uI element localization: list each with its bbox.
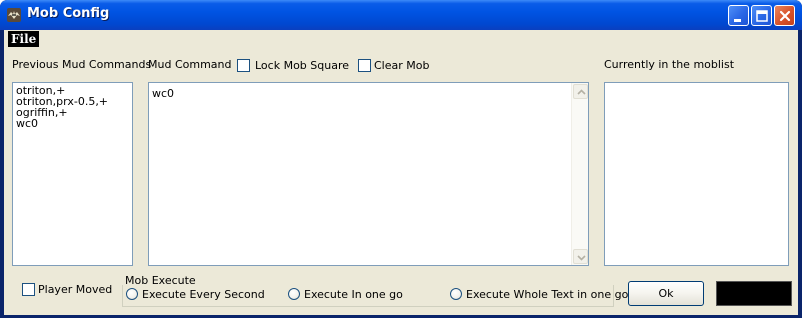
minimize-icon [734, 19, 741, 22]
moblist-label: Currently in the moblist [604, 58, 735, 71]
clear-mob-checkbox[interactable] [358, 59, 371, 72]
player-moved-checkbox[interactable] [22, 283, 35, 296]
execute-in-one-go-radio[interactable] [288, 288, 300, 300]
window-title: Mob Config [27, 6, 110, 21]
maximize-button[interactable] [751, 5, 772, 26]
scroll-down-icon [577, 255, 586, 261]
moblist-list[interactable] [604, 82, 789, 266]
previous-commands-label: Previous Mud Commands [12, 58, 152, 71]
scroll-up-button[interactable] [573, 84, 588, 99]
mud-command-textarea[interactable]: wc0 [148, 82, 589, 266]
execute-whole-text-radio[interactable] [450, 288, 462, 300]
clear-mob-label: Clear Mob [374, 59, 430, 72]
previous-commands-list[interactable]: otriton,+ otriton,prx-0.5,+ ogriffin,+ w… [12, 82, 133, 266]
color-swatch[interactable] [716, 281, 792, 306]
menu-file[interactable]: File [8, 31, 40, 47]
execute-in-one-go-label: Execute In one go [304, 288, 403, 301]
mob-config-window: Mob Config File Previous Mud Commands ot [0, 0, 802, 318]
scroll-up-icon [577, 89, 586, 95]
title-bar[interactable]: Mob Config [0, 0, 802, 30]
vertical-scrollbar[interactable] [571, 83, 588, 265]
mud-command-label: Mud Command [148, 58, 232, 71]
menu-bar: File [4, 30, 798, 48]
execute-every-second-radio[interactable] [126, 288, 138, 300]
execute-whole-text-label: Execute Whole Text in one go [466, 288, 629, 301]
list-item[interactable]: wc0 [13, 118, 132, 129]
client-area: File Previous Mud Commands otriton,+ otr… [4, 30, 798, 315]
execute-every-second-label: Execute Every Second [142, 288, 265, 301]
player-moved-label: Player Moved [38, 283, 113, 296]
lock-mob-square-label: Lock Mob Square [255, 59, 350, 72]
close-icon [779, 10, 791, 22]
ok-button[interactable]: Ok [628, 281, 704, 306]
bat-app-icon[interactable] [6, 7, 22, 23]
scroll-down-button[interactable] [573, 249, 588, 264]
minimize-button[interactable] [728, 5, 749, 26]
close-button[interactable] [774, 5, 795, 26]
mud-command-text: wc0 [152, 87, 175, 100]
mob-execute-label: Mob Execute [125, 274, 196, 287]
lock-mob-square-checkbox[interactable] [237, 59, 250, 72]
maximize-icon [756, 10, 768, 22]
